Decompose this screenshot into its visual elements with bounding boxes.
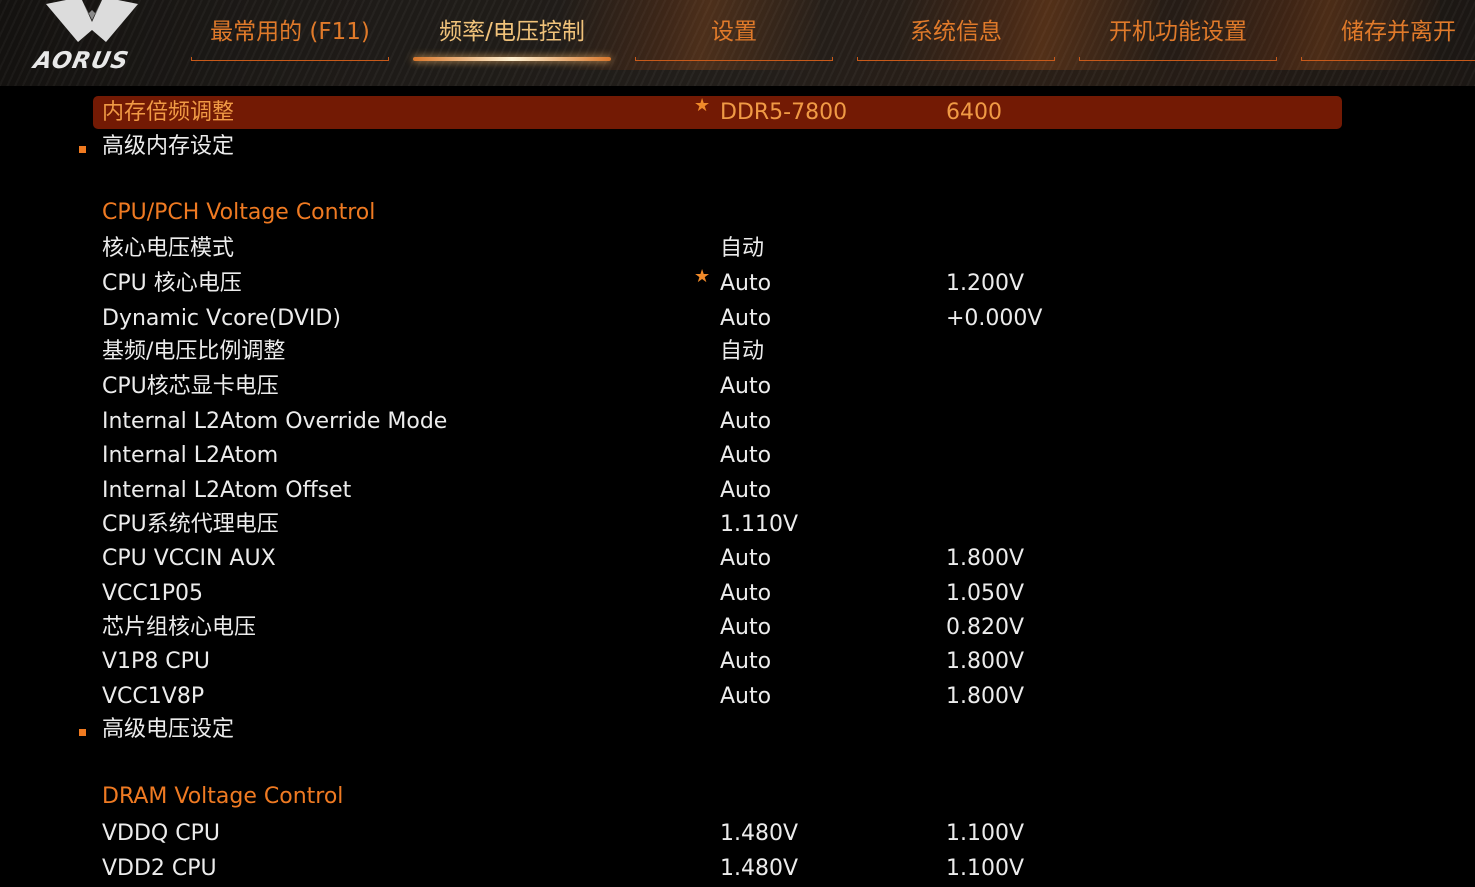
- setting-label: 高级内存设定: [102, 134, 235, 159]
- setting-value[interactable]: Auto: [720, 615, 771, 641]
- setting-current-value: 1.800V: [946, 649, 1025, 674]
- submenu-advanced-voltage[interactable]: 高级电压设定: [0, 713, 1475, 747]
- settings-list: 内存倍频调整 ★ DDR5-7800 6400 高级内存设定 CPU/PCH V…: [0, 86, 1475, 887]
- section-title-dram: DRAM Voltage Control: [102, 784, 344, 809]
- tab-underline: [191, 57, 389, 61]
- setting-value[interactable]: Auto: [720, 443, 771, 469]
- setting-row-cpu-system-agent-voltage[interactable]: CPU系统代理电压 1.110V: [0, 508, 1475, 542]
- setting-row-chipset-core-voltage[interactable]: 芯片组核心电压 Auto 0.820V: [0, 611, 1475, 645]
- setting-current-value: 1.100V: [946, 856, 1025, 881]
- setting-value[interactable]: 自动: [720, 339, 764, 365]
- section-title-cpu-pch: CPU/PCH Voltage Control: [102, 200, 376, 225]
- tab-label: 最常用的 (F11): [210, 19, 370, 45]
- star-icon: ★: [694, 95, 711, 116]
- setting-row-vcc1v8p[interactable]: VCC1V8P Auto 1.800V: [0, 680, 1475, 714]
- setting-row-dynamic-vcore[interactable]: Dynamic Vcore(DVID) Auto +0.000V: [0, 302, 1475, 336]
- setting-current-value: 1.800V: [946, 684, 1025, 709]
- tab-underline: [1079, 57, 1277, 61]
- setting-value[interactable]: 1.110V: [720, 512, 798, 538]
- tab-frequency-voltage[interactable]: 频率/电压控制: [413, 14, 611, 62]
- setting-label: 基频/电压比例调整: [102, 339, 286, 364]
- star-icon: ★: [694, 266, 711, 287]
- setting-label: 芯片组核心电压: [102, 615, 257, 640]
- tab-system-info[interactable]: 系统信息: [857, 14, 1055, 62]
- setting-row-v1p8-cpu[interactable]: V1P8 CPU Auto 1.800V: [0, 645, 1475, 679]
- setting-label: 核心电压模式: [102, 236, 235, 261]
- setting-row-vddq-cpu[interactable]: VDDQ CPU 1.480V 1.100V: [0, 817, 1475, 851]
- setting-value[interactable]: DDR5-7800: [720, 100, 847, 126]
- setting-label: Dynamic Vcore(DVID): [102, 306, 341, 331]
- setting-value[interactable]: 1.480V: [720, 856, 798, 882]
- setting-current-value: 1.050V: [946, 581, 1025, 606]
- bullet-icon: [79, 729, 86, 736]
- setting-label: 内存倍频调整: [102, 100, 235, 125]
- setting-current-value: 0.820V: [946, 615, 1025, 640]
- setting-value[interactable]: Auto: [720, 684, 771, 710]
- setting-row-vcc1p05[interactable]: VCC1P05 Auto 1.050V: [0, 577, 1475, 611]
- setting-label: CPU 核心电压: [102, 271, 242, 296]
- setting-label: VDD2 CPU: [102, 856, 217, 881]
- setting-value[interactable]: Auto: [720, 271, 771, 297]
- setting-label: Internal L2Atom Offset: [102, 478, 352, 503]
- setting-value[interactable]: Auto: [720, 649, 771, 675]
- setting-value[interactable]: Auto: [720, 306, 771, 332]
- setting-label: Internal L2Atom: [102, 443, 279, 468]
- setting-row-cpu-core-voltage[interactable]: CPU 核心电压 ★ Auto 1.200V: [0, 267, 1475, 301]
- top-navigation-bar: AORUS 最常用的 (F11) 频率/电压控制 设置 系统信息 开机功能设置 …: [0, 0, 1475, 86]
- setting-value[interactable]: 自动: [720, 236, 764, 262]
- tab-underline: [857, 57, 1055, 61]
- setting-label: CPU VCCIN AUX: [102, 546, 276, 571]
- setting-current-value: 1.800V: [946, 546, 1025, 571]
- setting-current-value: 6400: [946, 100, 1002, 125]
- setting-row-l2atom-offset[interactable]: Internal L2Atom Offset Auto: [0, 474, 1475, 508]
- setting-label: 高级电压设定: [102, 717, 235, 742]
- setting-label: Internal L2Atom Override Mode: [102, 409, 448, 434]
- setting-row-cpu-graphics-voltage[interactable]: CPU核芯显卡电压 Auto: [0, 370, 1475, 404]
- setting-row-vdd2-cpu[interactable]: VDD2 CPU 1.480V 1.100V: [0, 852, 1475, 886]
- tab-underline: [635, 57, 833, 61]
- setting-current-value: 1.100V: [946, 821, 1025, 846]
- tab-underline: [413, 57, 611, 61]
- setting-label: VDDQ CPU: [102, 821, 220, 846]
- tab-label: 设置: [711, 19, 757, 45]
- setting-row-bclk-voltage-ratio[interactable]: 基频/电压比例调整 自动: [0, 335, 1475, 369]
- tab-save-exit[interactable]: 储存并离开: [1301, 14, 1475, 62]
- setting-label: CPU系统代理电压: [102, 512, 279, 537]
- tab-label: 开机功能设置: [1109, 19, 1247, 45]
- setting-row-memory-multiplier[interactable]: 内存倍频调整 ★ DDR5-7800 6400: [0, 96, 1475, 130]
- tab-boot[interactable]: 开机功能设置: [1079, 14, 1277, 62]
- brand-logo-text: AORUS: [31, 48, 132, 74]
- setting-value[interactable]: Auto: [720, 409, 771, 435]
- setting-value[interactable]: Auto: [720, 478, 771, 504]
- tab-settings[interactable]: 设置: [635, 14, 833, 62]
- bullet-icon: [79, 146, 86, 153]
- selection-highlight: [93, 96, 1342, 129]
- submenu-advanced-memory[interactable]: 高级内存设定: [0, 130, 1475, 164]
- setting-value[interactable]: Auto: [720, 581, 771, 607]
- setting-value[interactable]: Auto: [720, 374, 771, 400]
- tab-underline: [1301, 57, 1475, 61]
- tab-favorites[interactable]: 最常用的 (F11): [191, 14, 389, 62]
- setting-current-value: 1.200V: [946, 271, 1025, 296]
- setting-row-cpu-vccin-aux[interactable]: CPU VCCIN AUX Auto 1.800V: [0, 542, 1475, 576]
- setting-label: VCC1V8P: [102, 684, 205, 709]
- setting-current-value: +0.000V: [946, 306, 1043, 331]
- setting-value[interactable]: 1.480V: [720, 821, 798, 847]
- tab-label: 频率/电压控制: [439, 19, 585, 45]
- setting-row-l2atom-override-mode[interactable]: Internal L2Atom Override Mode Auto: [0, 405, 1475, 439]
- setting-label: VCC1P05: [102, 581, 204, 606]
- setting-row-core-voltage-mode[interactable]: 核心电压模式 自动: [0, 232, 1475, 266]
- setting-value[interactable]: Auto: [720, 546, 771, 572]
- setting-label: CPU核芯显卡电压: [102, 374, 279, 399]
- tab-label: 系统信息: [910, 19, 1002, 45]
- setting-label: V1P8 CPU: [102, 649, 211, 674]
- tab-label: 储存并离开: [1341, 19, 1456, 45]
- setting-row-l2atom[interactable]: Internal L2Atom Auto: [0, 439, 1475, 473]
